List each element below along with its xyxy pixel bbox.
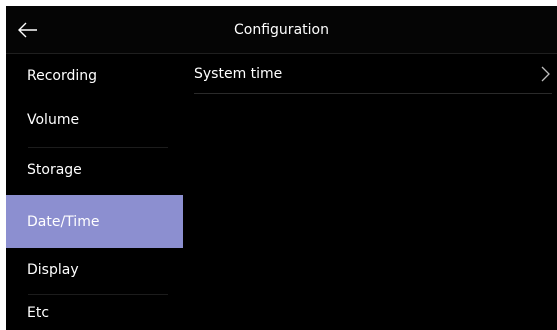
sidebar: Recording Volume Storage Date/Time Displ… bbox=[6, 54, 183, 330]
sidebar-item-label: Display bbox=[27, 262, 79, 278]
content-panel: System time bbox=[183, 54, 557, 330]
sidebar-item-label: Volume bbox=[27, 112, 80, 128]
header-bar: Configuration bbox=[6, 6, 557, 54]
sidebar-item-label: Date/Time bbox=[27, 213, 100, 230]
system-time-row[interactable]: System time bbox=[194, 54, 552, 94]
row-label: System time bbox=[194, 65, 283, 82]
sidebar-item-label: Storage bbox=[27, 162, 82, 178]
sidebar-item-storage[interactable]: Storage bbox=[6, 148, 183, 192]
sidebar-item-date-time[interactable]: Date/Time bbox=[6, 195, 183, 248]
page-title: Configuration bbox=[234, 22, 329, 38]
sidebar-item-label: Etc bbox=[27, 304, 50, 321]
sidebar-item-etc[interactable]: Etc bbox=[6, 295, 183, 330]
chevron-right-icon bbox=[538, 65, 552, 83]
sidebar-item-display[interactable]: Display bbox=[6, 248, 183, 292]
configuration-screen: Configuration Recording Volume Storage D… bbox=[6, 6, 557, 330]
sidebar-item-volume[interactable]: Volume bbox=[6, 98, 183, 142]
sidebar-item-label: Recording bbox=[27, 68, 98, 84]
sidebar-item-recording[interactable]: Recording bbox=[6, 54, 183, 98]
